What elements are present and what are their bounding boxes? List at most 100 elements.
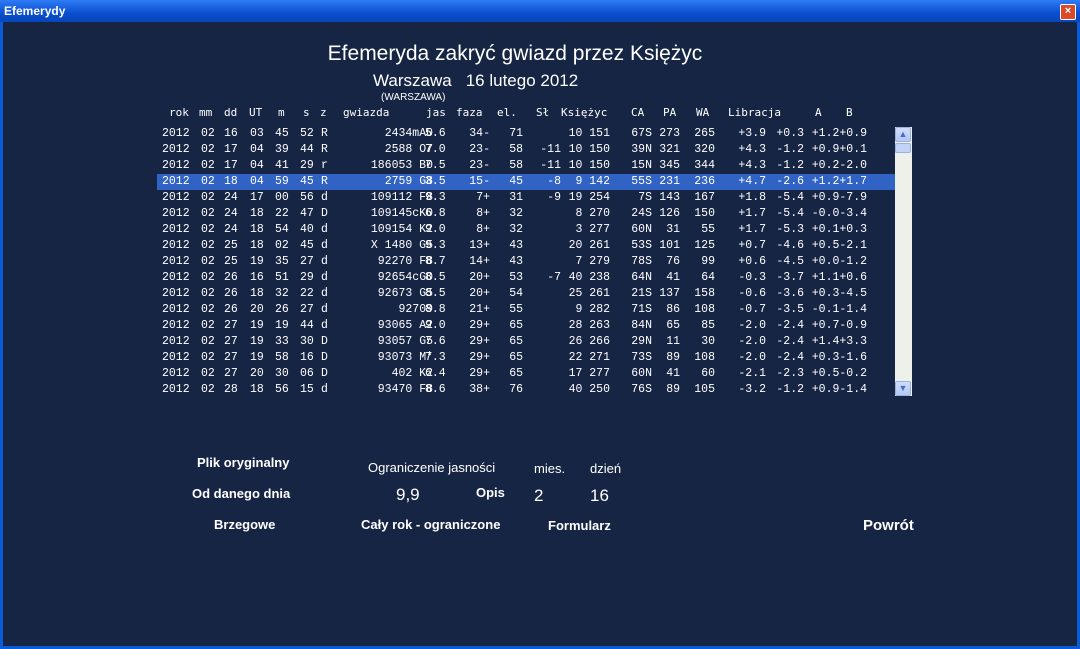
table-cell: +0.0-1.2	[811, 255, 867, 268]
list-scrollbar[interactable]: ▲ ▼	[895, 127, 912, 396]
scroll-thumb[interactable]	[895, 143, 911, 153]
table-cell: +0.1+0.3	[811, 223, 867, 236]
table-row[interactable]: 2012 02 27 19 19 44 d 93065 A2 9.0 29+ 65 28 263 84N…	[157, 318, 910, 334]
table-cell: 2012	[162, 335, 190, 348]
table-row[interactable]: 2012 02 25 18 02 45 d X 1480 G5 9.3 13+ 43 20 261 53…	[157, 238, 910, 254]
table-cell: 58	[509, 159, 523, 172]
table-cell: 40 238	[568, 271, 610, 284]
table-cell: +0.3	[776, 127, 804, 140]
table-cell: 53	[509, 271, 523, 284]
table-cell: D	[321, 367, 328, 380]
scroll-up-button[interactable]: ▲	[895, 127, 911, 142]
table-row[interactable]: 2012 02 24 17 00 56 d 109112 F8 9.3 7+ 31 -9 19 254 7…	[157, 190, 910, 206]
table-cell: 125	[694, 239, 715, 252]
table-row[interactable]: 2012 02 17 04 39 44 R 2588 O7 7.0 23- 58 -11 10 150 3…	[157, 142, 910, 158]
table-cell: 27	[224, 351, 238, 364]
day-value[interactable]: 16	[590, 486, 609, 506]
table-cell: -2.1	[738, 367, 766, 380]
table-cell: 65	[509, 351, 523, 364]
table-cell: 2012	[162, 303, 190, 316]
table-row[interactable]: 2012 02 16 03 45 52 R 2434mA0 5.6 34- 71 10 151 67S 2…	[157, 126, 910, 142]
table-cell: 27	[300, 255, 314, 268]
table-row[interactable]: 2012 02 27 19 58 16 D 93073 M* 7.3 29+ 65 22 271 73S…	[157, 350, 910, 366]
column-header: z	[320, 106, 327, 119]
column-header: m	[278, 106, 285, 119]
table-cell: 89	[666, 351, 680, 364]
table-row[interactable]: 2012 02 26 18 32 22 d 92673 G5 8.5 20+ 54 25 261 21S…	[157, 286, 910, 302]
table-cell: 34-	[469, 127, 490, 140]
table-cell: 105	[694, 383, 715, 396]
table-row[interactable]: 2012 02 24 18 22 47 D 109145cK0 6.8 8+ 32 8 270 24S 1…	[157, 206, 910, 222]
table-cell: 02	[201, 319, 215, 332]
table-cell: +0.5-0.2	[811, 367, 867, 380]
table-cell: 137	[659, 287, 680, 300]
table-row[interactable]: 2012 02 27 19 33 30 D 93057 G5 7.6 29+ 65 26 266 29N…	[157, 334, 910, 350]
page-title: Efemeryda zakryć gwiazd przez Księżyc	[327, 42, 703, 65]
od-danego-dnia-button[interactable]: Od danego dnia	[192, 486, 290, 501]
formularz-button[interactable]: Formularz	[548, 518, 611, 533]
table-cell: 8 270	[575, 207, 610, 220]
table-row[interactable]: 2012 02 17 04 41 29 r 186053 B0 7.5 23- 58 -11 10 15…	[157, 158, 910, 174]
brzegowe-button[interactable]: Brzegowe	[214, 517, 275, 532]
table-cell: -3.7	[776, 271, 804, 284]
table-cell: 02	[201, 335, 215, 348]
table-row[interactable]: 2012 02 18 04 59 45 R 2759 G8 3.5 15- 45 -8 9 142 55S…	[157, 174, 910, 190]
table-cell: 65	[509, 367, 523, 380]
column-header: dd	[224, 106, 238, 119]
scroll-down-button[interactable]: ▼	[895, 381, 911, 396]
table-cell: 28 263	[568, 319, 610, 332]
table-row[interactable]: 2012 02 28 18 56 15 d 93470 F8 8.6 38+ 76 40 250 76S…	[157, 382, 910, 396]
table-row[interactable]: 2012 02 27 20 30 06 D 402 K2 6.4 29+ 65 17 277 60N 41…	[157, 366, 910, 382]
close-button[interactable]: ×	[1060, 4, 1076, 20]
table-cell: 02	[201, 303, 215, 316]
table-cell: 30	[300, 335, 314, 348]
table-cell: -2.3	[776, 367, 804, 380]
table-row[interactable]: 2012 02 24 18 54 40 d 109154 K2 9.0 8+ 32 3 277 60N 3…	[157, 222, 910, 238]
table-cell: 24	[224, 207, 238, 220]
month-value[interactable]: 2	[534, 486, 543, 506]
table-cell: X 1480 G5	[370, 239, 433, 252]
column-header: s	[303, 106, 310, 119]
table-cell: +4.7	[738, 175, 766, 188]
powrot-button[interactable]: Powrót	[863, 517, 914, 534]
table-cell: 6.8	[425, 207, 446, 220]
table-row[interactable]: 2012 02 25 19 35 27 d 92270 F8 8.7 14+ 43 7 279 78S 7…	[157, 254, 910, 270]
table-cell: -5.3	[776, 223, 804, 236]
table-cell: 2012	[162, 351, 190, 364]
table-cell: 7 279	[575, 255, 610, 268]
table-cell: 2012	[162, 287, 190, 300]
table-cell: 321	[659, 143, 680, 156]
table-cell: 65	[666, 319, 680, 332]
table-cell: 26	[224, 271, 238, 284]
table-cell: +0.3-1.6	[811, 351, 867, 364]
ephemeris-list[interactable]: 2012 02 16 03 45 52 R 2434mA0 5.6 34- 71 10 151 67S 2…	[157, 126, 910, 396]
table-cell: -1.2	[776, 383, 804, 396]
brightness-limit-value[interactable]: 9,9	[396, 485, 420, 505]
table-cell: 19	[250, 319, 264, 332]
table-cell: -3.5	[776, 303, 804, 316]
table-cell: +0.7-0.9	[811, 319, 867, 332]
plik-oryginalny-button[interactable]: Plik oryginalny	[197, 455, 289, 470]
table-cell: 7S	[638, 191, 652, 204]
table-cell: d	[321, 255, 328, 268]
column-header: el.	[497, 106, 517, 119]
table-cell: 29+	[469, 319, 490, 332]
table-cell: -9	[547, 191, 561, 204]
column-header: B	[846, 106, 853, 119]
table-cell: 29	[300, 159, 314, 172]
table-cell: d	[321, 271, 328, 284]
table-cell: 2012	[162, 143, 190, 156]
table-cell: -2.0	[738, 335, 766, 348]
table-cell: D	[321, 207, 328, 220]
brightness-limit-label: Ograniczenie jasności	[368, 460, 496, 475]
table-row[interactable]: 2012 02 26 16 51 29 d 92654cG0 8.5 20+ 53 -7 40 238 6…	[157, 270, 910, 286]
table-cell: 9 282	[575, 303, 610, 316]
caly-rok-button[interactable]: Cały rok - ograniczone	[361, 517, 500, 532]
table-cell: 109112 F8	[370, 191, 433, 204]
table-cell: 18	[250, 207, 264, 220]
table-row[interactable]: 2012 02 26 20 26 27 d 92709 8.8 21+ 55 9 282 71S 86 10…	[157, 302, 910, 318]
table-cell: +1.1+0.6	[811, 271, 867, 284]
opis-button[interactable]: Opis	[476, 485, 505, 500]
table-cell: 25 261	[568, 287, 610, 300]
table-cell: 14+	[469, 255, 490, 268]
